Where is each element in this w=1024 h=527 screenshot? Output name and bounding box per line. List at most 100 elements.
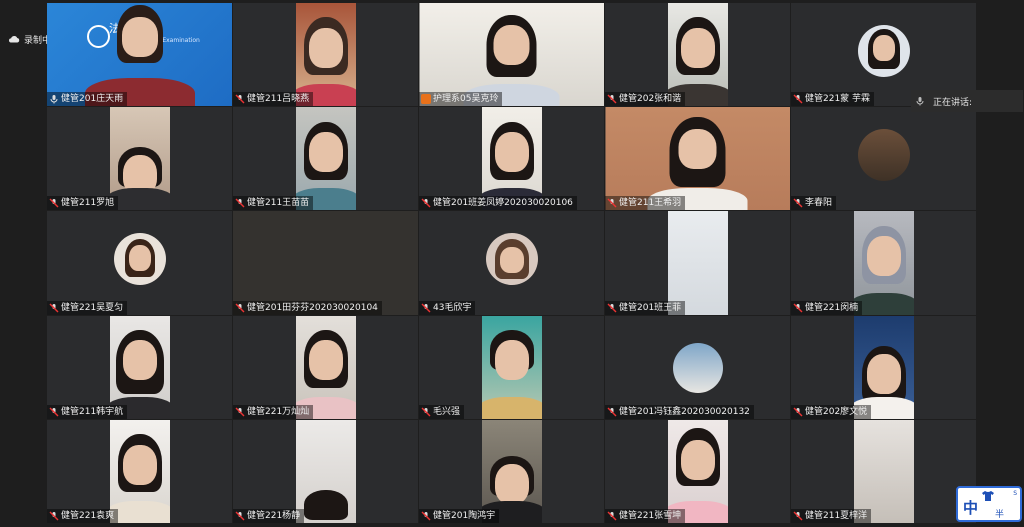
participant-label: 健管201班姜凤婷202030020106 [419, 196, 577, 211]
mic-muted-icon [235, 94, 245, 104]
cloud-icon [8, 35, 20, 43]
logo-subtext: alExamination [157, 37, 200, 44]
participant-tile[interactable]: 毛兴强 [419, 315, 604, 419]
participant-tile[interactable]: 健管221吴夏匀 [47, 211, 232, 315]
mic-muted-icon [421, 511, 431, 521]
participant-name: 43毛欣宇 [433, 302, 472, 313]
mic-muted-icon [49, 198, 59, 208]
video-feed [295, 107, 356, 211]
video-feed [853, 211, 914, 315]
mic-muted-icon [607, 511, 617, 521]
participant-tile[interactable]: 健管221闵楠 [791, 211, 976, 315]
participant-name: 健管221袁爽 [61, 510, 115, 521]
participant-name: 健管211吕晓燕 [247, 94, 310, 105]
participant-tile[interactable]: 健管201冯钰鑫202030020132 [605, 315, 790, 419]
mic-muted-icon [793, 94, 803, 104]
participant-label: 健管211罗旭 [47, 196, 119, 211]
video-feed [295, 419, 356, 523]
video-feed [109, 419, 170, 523]
mic-muted-icon [607, 198, 617, 208]
participant-tile[interactable]: 健管201田芬芬202030020104 [233, 211, 418, 315]
participant-tile[interactable]: 健管221张雪坤 [605, 419, 790, 523]
video-feed [667, 211, 728, 315]
participant-tile[interactable]: 健管211吕晓燕 [233, 3, 418, 107]
participant-tile[interactable]: 健管202廖文悦 [791, 315, 976, 419]
participant-label: 健管221袁爽 [47, 508, 119, 523]
video-feed [667, 419, 728, 523]
video-feed [109, 107, 170, 211]
mic-muted-icon [793, 303, 803, 313]
participant-name: 护理系05吴克玲 [433, 94, 499, 105]
video-feed [295, 3, 356, 107]
participant-tile[interactable]: 健管211王苗苗 [233, 107, 418, 211]
participant-name: 健管201班姜凤婷202030020106 [433, 198, 573, 209]
mic-muted-icon [49, 303, 59, 313]
participant-label: 健管211王苗苗 [233, 196, 314, 211]
participant-avatar [485, 233, 538, 286]
participant-tile[interactable]: 43毛欣宇 [419, 211, 604, 315]
participant-label: 43毛欣宇 [419, 300, 476, 315]
participant-name: 健管202张和谐 [619, 94, 682, 105]
participant-label: 健管221张雪坤 [605, 508, 686, 523]
logo-icon [87, 25, 110, 48]
participant-tile[interactable]: 健管211王希羽 [605, 107, 790, 211]
video-grid: 法考 alExamination 健管201庄天雨 健管211吕晓燕 [47, 3, 977, 524]
participant-label: 健管221杨静 [233, 508, 305, 523]
participant-label: 健管221蒙 芋霖 [791, 92, 875, 107]
participant-name: 健管221张雪坤 [619, 510, 682, 521]
ime-half-width[interactable]: 半 [995, 507, 1004, 520]
participant-label: 健管211王希羽 [605, 196, 686, 211]
video-feed [853, 315, 914, 419]
participant-tile[interactable]: 健管211罗旭 [47, 107, 232, 211]
mic-muted-icon [49, 407, 59, 417]
participant-label: 健管201冯钰鑫202030020132 [605, 404, 754, 419]
participant-label: 健管221吴夏匀 [47, 300, 128, 315]
mic-muted-icon [235, 407, 245, 417]
participant-tile[interactable]: 健管201班姜凤婷202030020106 [419, 107, 604, 211]
video-feed [667, 3, 728, 107]
mic-icon [50, 95, 58, 104]
shirt-icon [982, 491, 994, 501]
participant-tile[interactable]: 健管211韩宇航 [47, 315, 232, 419]
mic-muted-icon [793, 198, 803, 208]
participant-tile[interactable]: 健管202张和谐 [605, 3, 790, 107]
participant-tile[interactable]: 健管211夏梓洋 [791, 419, 976, 523]
video-feed [853, 419, 914, 523]
participant-tile[interactable]: 健管201班王菲 [605, 211, 790, 315]
mic-muted-icon [421, 198, 431, 208]
mic-muted-icon [793, 407, 803, 417]
participant-tile[interactable]: 李春阳 [791, 107, 976, 211]
participant-tile[interactable]: 健管221万灿灿 [233, 315, 418, 419]
mic-muted-icon [235, 303, 245, 313]
ime-toolbar[interactable]: S 中 半 [956, 486, 1022, 522]
participant-tile[interactable]: 健管221袁爽 [47, 419, 232, 523]
participant-avatar [672, 342, 723, 393]
participant-name: 健管211夏梓洋 [805, 510, 868, 521]
video-feed [481, 315, 542, 419]
participant-name: 健管221闵楠 [805, 302, 859, 313]
participant-name: 健管211王希羽 [619, 198, 682, 209]
video-feed [481, 107, 542, 211]
video-feed [109, 315, 170, 419]
mic-muted-icon [607, 94, 617, 104]
participant-name: 健管221吴夏匀 [61, 302, 124, 313]
participant-name: 健管201冯钰鑫202030020132 [619, 406, 750, 417]
ime-chinese-mode[interactable]: 中 [963, 497, 978, 518]
participant-name: 健管201田芬芬202030020104 [247, 302, 378, 313]
mic-muted-icon [421, 303, 431, 313]
participant-tile[interactable]: 健管201陶鸿宇 [419, 419, 604, 523]
participant-name: 健管211王苗苗 [247, 198, 310, 209]
participant-name: 健管221万灿灿 [247, 406, 310, 417]
participant-name: 健管211韩宇航 [61, 406, 124, 417]
participant-label: 李春阳 [791, 196, 837, 211]
mic-muted-icon [607, 407, 617, 417]
participant-name: 健管201庄天雨 [61, 94, 124, 105]
participant-tile[interactable]: 法考 alExamination 健管201庄天雨 [47, 3, 232, 107]
participant-label: 健管211吕晓燕 [233, 92, 314, 107]
participant-tile[interactable]: 健管221杨静 [233, 419, 418, 523]
participant-tile[interactable]: 护理系05吴克玲 [419, 3, 604, 107]
recording-indicator[interactable]: 录制中 [8, 30, 51, 48]
mic-muted-icon [49, 511, 59, 521]
participant-label: 健管202廖文悦 [791, 404, 872, 419]
participant-avatar [113, 233, 166, 286]
